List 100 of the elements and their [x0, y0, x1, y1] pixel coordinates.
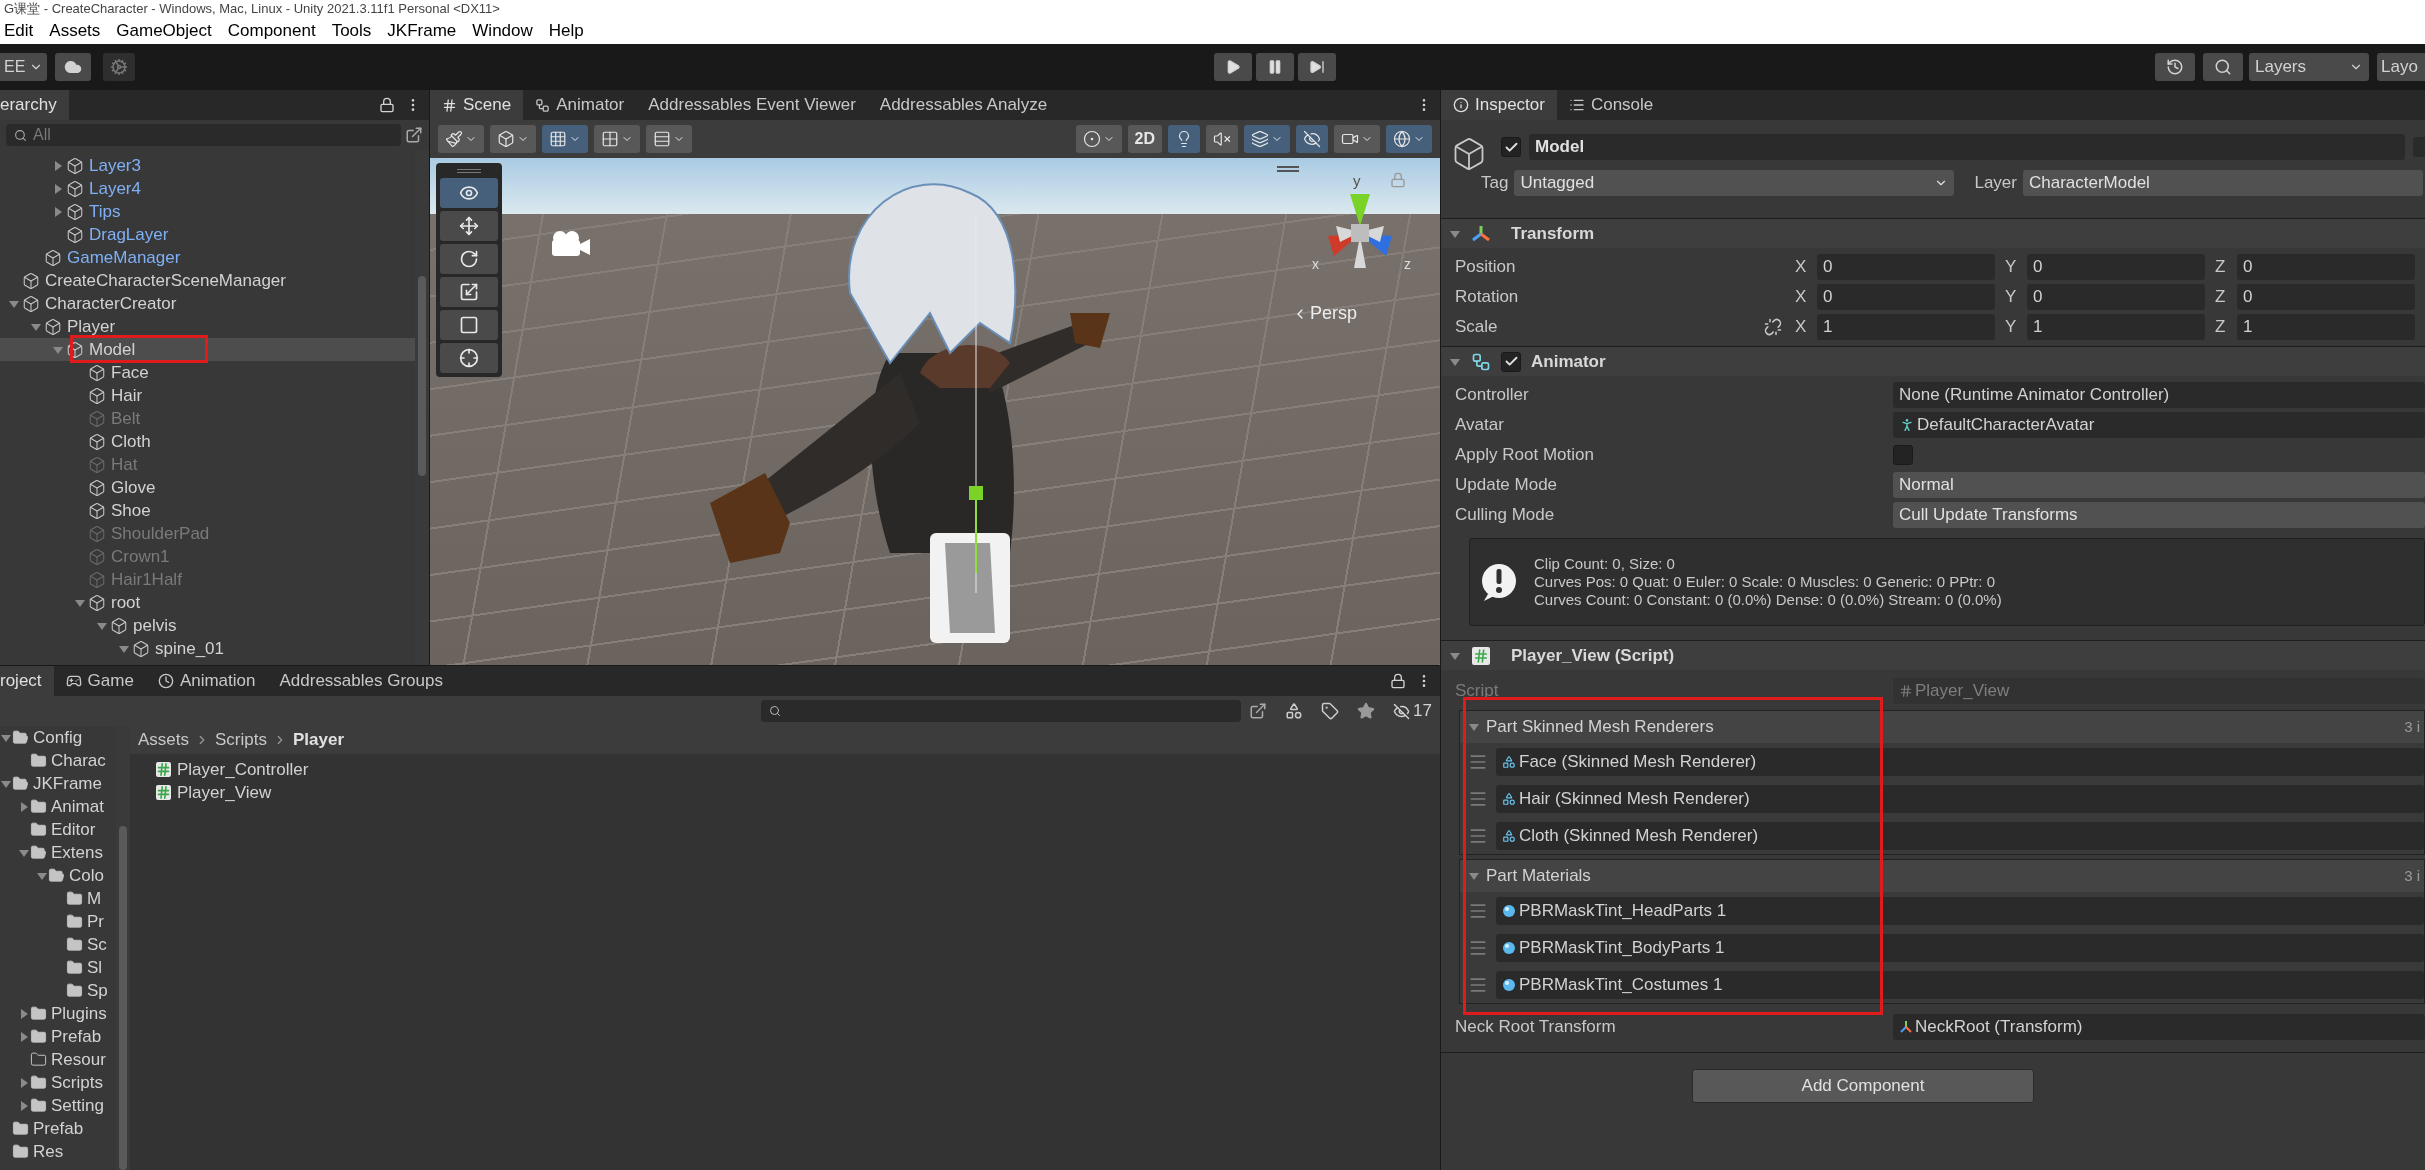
search-button[interactable] — [2203, 53, 2243, 81]
hierarchy-item[interactable]: Cloth — [0, 430, 415, 453]
hierarchy-item[interactable]: Tips — [0, 200, 415, 223]
folder-item[interactable]: Config — [0, 726, 116, 749]
history-button[interactable] — [2155, 53, 2195, 81]
expand-arrow-icon[interactable] — [52, 182, 64, 195]
folder-item[interactable]: Extens — [0, 841, 116, 864]
scene-toolbar-button[interactable] — [646, 125, 692, 153]
object-field[interactable]: PBRMaskTint_BodyParts 1 — [1496, 933, 2424, 962]
cloud-button[interactable] — [55, 53, 92, 81]
folder-item[interactable]: Prefab — [0, 1025, 116, 1048]
component-header[interactable]: Transform — [1441, 218, 2425, 248]
name-field[interactable]: Model — [1529, 134, 2405, 160]
scene-viewport[interactable]: y x z Persp — [430, 158, 1440, 665]
breadcrumb-link[interactable]: Scripts — [215, 727, 267, 753]
object-field[interactable]: Face (Skinned Mesh Renderer) — [1496, 747, 2424, 776]
hierarchy-item[interactable]: Shoe — [0, 499, 415, 522]
file-item[interactable]: Player_Controller — [156, 758, 1440, 781]
shapes-icon[interactable] — [1285, 702, 1304, 720]
object-field[interactable]: PBRMaskTint_Costumes 1 — [1496, 970, 2424, 999]
object-field[interactable]: PBRMaskTint_HeadParts 1 — [1496, 896, 2424, 925]
unlinked-chain-icon[interactable] — [1764, 318, 1783, 336]
panel-tab[interactable]: roject — [0, 666, 54, 696]
panel-tab[interactable]: erarchy — [0, 90, 69, 120]
hierarchy-item[interactable]: root — [0, 591, 415, 614]
panel-tab[interactable]: Addressables Event Viewer — [636, 90, 868, 120]
folder-item[interactable]: Sc — [0, 933, 116, 956]
folder-item[interactable]: Sl — [0, 956, 116, 979]
breadcrumb-link[interactable]: Assets — [138, 727, 190, 753]
expand-arrow-icon[interactable] — [18, 800, 30, 813]
scene-toolbar-button[interactable] — [490, 125, 536, 153]
checkbox[interactable] — [1501, 137, 1521, 157]
dropdown-field[interactable]: Untagged — [1514, 170, 1955, 196]
panel-tab[interactable]: Console — [1556, 90, 1666, 120]
value-field[interactable]: 0 — [2237, 284, 2415, 310]
hierarchy-item[interactable]: Layer3 — [0, 154, 415, 177]
folder-item[interactable]: Colo — [0, 864, 116, 887]
scene-toolbar-button[interactable] — [594, 125, 640, 153]
hierarchy-item[interactable]: Model — [0, 338, 415, 361]
value-field[interactable]: 1 — [2027, 314, 2205, 340]
folder-item[interactable]: Charac — [0, 749, 116, 772]
scene-toolbar-button[interactable] — [1386, 125, 1432, 153]
hierarchy-item[interactable]: spine_01 — [0, 637, 415, 660]
value-field[interactable]: 1 — [1817, 314, 1995, 340]
panel-tab[interactable]: Game — [53, 666, 146, 696]
hierarchy-item[interactable]: GameManager — [0, 246, 415, 269]
expand-arrow-icon[interactable] — [52, 205, 64, 218]
folder-item[interactable]: Prefab — [0, 1117, 116, 1140]
menu-item[interactable]: Assets — [49, 18, 101, 44]
folder-item[interactable]: Pr — [0, 910, 116, 933]
expand-arrow-icon[interactable] — [18, 1007, 30, 1020]
hidden-count-toggle[interactable]: 17 — [1393, 698, 1432, 724]
panel-tab[interactable]: Addressables Groups — [267, 666, 455, 696]
pause-button[interactable] — [1256, 53, 1295, 81]
tool-button[interactable] — [440, 343, 498, 373]
object-field[interactable]: None (Runtime Animator Controller) — [1893, 382, 2425, 408]
step-button[interactable] — [1298, 53, 1337, 81]
folder-item[interactable]: Plugins — [0, 1002, 116, 1025]
object-field[interactable]: Hair (Skinned Mesh Renderer) — [1496, 784, 2424, 813]
gear-button[interactable] — [103, 53, 136, 81]
hierarchy-item[interactable]: Player — [0, 315, 415, 338]
folder-item[interactable]: Scripts — [0, 1071, 116, 1094]
scene-toolbar-button[interactable] — [438, 125, 484, 153]
menu-item[interactable]: GameObject — [116, 18, 212, 44]
menu-item[interactable]: Component — [227, 18, 316, 44]
tool-button[interactable] — [440, 244, 498, 274]
tool-button[interactable] — [440, 310, 498, 340]
scene-toolbar-button[interactable] — [1206, 125, 1238, 153]
scene-toolbar-button[interactable] — [1244, 125, 1290, 153]
account-dropdown[interactable]: EE — [0, 53, 48, 81]
hierarchy-item[interactable]: Glove — [0, 476, 415, 499]
scene-toolbar-button[interactable] — [1075, 125, 1122, 153]
checkbox[interactable] — [1501, 351, 1521, 372]
dropdown-field[interactable]: Cull Update Transforms — [1893, 502, 2425, 528]
tool-button[interactable] — [440, 178, 498, 208]
add-component-button[interactable]: Add Component — [1692, 1069, 2034, 1103]
folder-item[interactable]: Sp — [0, 979, 116, 1002]
folder-item[interactable]: JKFrame — [0, 772, 116, 795]
folder-item[interactable]: M — [0, 887, 116, 910]
popout-icon[interactable] — [1249, 702, 1268, 720]
panel-tab[interactable]: Inspector — [1441, 90, 1557, 120]
folder-item[interactable]: Editor — [0, 818, 116, 841]
layout-dropdown[interactable]: Layo — [2377, 53, 2425, 81]
component-header[interactable]: Player_View (Script) — [1441, 640, 2425, 670]
panel-tab[interactable]: Addressables Analyze — [867, 90, 1060, 120]
value-field[interactable]: 1 — [2237, 314, 2415, 340]
hierarchy-item[interactable]: CharacterCreator — [0, 292, 415, 315]
menu-item[interactable]: Window — [472, 18, 533, 44]
tool-button[interactable] — [440, 277, 498, 307]
folder-item[interactable]: Animat — [0, 795, 116, 818]
folder-item[interactable]: Resour — [0, 1048, 116, 1071]
star-icon[interactable] — [1357, 702, 1376, 720]
hierarchy-item[interactable]: DragLayer — [0, 223, 415, 246]
hierarchy-item[interactable]: Hair — [0, 384, 415, 407]
menu-item[interactable]: Tools — [331, 18, 372, 44]
popout-icon[interactable] — [405, 126, 423, 144]
panel-tab[interactable]: Scene — [430, 90, 524, 120]
component-header[interactable]: Animator — [1441, 346, 2425, 376]
expand-arrow-icon[interactable] — [18, 1076, 30, 1089]
scene-toolbar-button[interactable] — [1334, 125, 1380, 153]
